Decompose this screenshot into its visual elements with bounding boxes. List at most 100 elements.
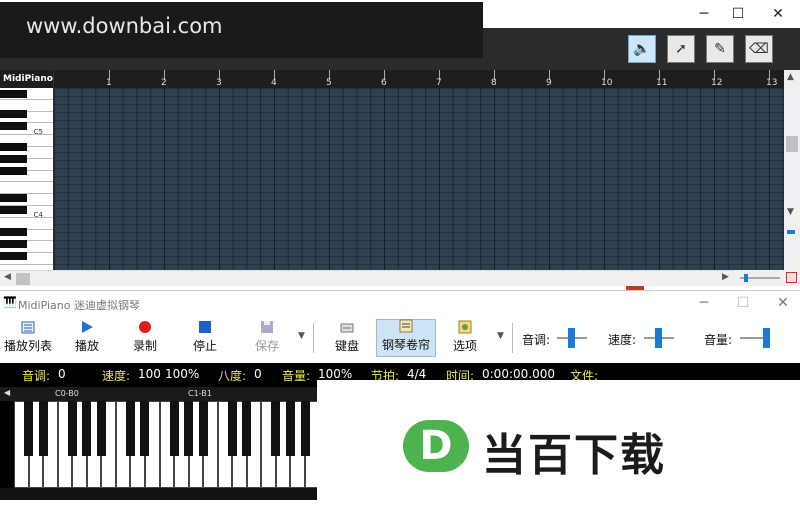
- stop-button[interactable]: 停止: [188, 319, 222, 357]
- virtual-black-key[interactable]: [96, 401, 106, 456]
- keyboard-icon: [340, 320, 354, 334]
- scroll-right-icon[interactable]: ▶: [722, 272, 729, 282]
- virtual-black-key[interactable]: [169, 401, 179, 456]
- piano-black-key[interactable]: [0, 143, 27, 151]
- piano-white-key[interactable]: [0, 182, 53, 195]
- virtual-black-key[interactable]: [227, 401, 237, 456]
- virtual-black-key[interactable]: [242, 401, 252, 456]
- virtual-black-key[interactable]: [82, 401, 92, 456]
- octave-left-arrow-icon[interactable]: ◀: [4, 388, 10, 397]
- piano-black-key[interactable]: [0, 167, 27, 175]
- grid-bar-line: [109, 88, 110, 270]
- options-icon: [458, 320, 472, 334]
- piano-black-key[interactable]: [0, 194, 27, 202]
- status-beat-value: 4/4: [407, 367, 427, 381]
- virtual-black-key[interactable]: [271, 401, 281, 456]
- volume-label: 音量:: [704, 333, 733, 347]
- options-label: 选项: [452, 339, 477, 353]
- piano-black-key[interactable]: [0, 252, 27, 260]
- record-button[interactable]: 录制: [128, 319, 162, 357]
- horizontal-scroll-thumb[interactable]: [16, 273, 30, 285]
- virtual-black-key[interactable]: [285, 401, 295, 456]
- status-pitch-label: 音调:: [22, 369, 51, 383]
- piano-black-key[interactable]: [0, 206, 27, 214]
- piano-black-key[interactable]: [0, 228, 27, 236]
- virtual-black-key[interactable]: [38, 401, 48, 456]
- measure-number: 2: [161, 78, 167, 88]
- grid-bar-line: [439, 88, 440, 270]
- measure-number: 5: [326, 78, 332, 88]
- logo-overlay: D 当百下载: [317, 380, 800, 492]
- close-button[interactable]: ✕: [762, 0, 794, 28]
- octave-label-c4: C4: [33, 211, 43, 219]
- play-button[interactable]: 播放: [70, 319, 104, 357]
- brand-label: MidiPiano: [0, 70, 53, 88]
- mp-minimize-button[interactable]: ─: [688, 289, 720, 317]
- grid-bar-line: [164, 88, 165, 270]
- piano-black-key[interactable]: [0, 110, 27, 118]
- pitch-slider[interactable]: [557, 323, 587, 353]
- mp-maximize-button[interactable]: ☐: [727, 289, 759, 317]
- note-grid[interactable]: [54, 88, 784, 270]
- grid-bar-line: [274, 88, 275, 270]
- horizontal-scrollbar[interactable]: ◀ ▶: [0, 270, 784, 286]
- save-dropdown-icon[interactable]: ▼: [298, 331, 305, 341]
- speed-label: 速度:: [608, 333, 637, 347]
- record-label: 录制: [132, 339, 157, 353]
- mp-close-button[interactable]: ✕: [767, 289, 799, 317]
- keyboard-label: 键盘: [334, 339, 359, 353]
- save-button[interactable]: 保存: [250, 319, 284, 357]
- zoom-thumb[interactable]: [744, 274, 748, 282]
- scroll-down-icon[interactable]: ▼: [787, 207, 794, 217]
- scroll-up-icon[interactable]: ▲: [787, 72, 794, 82]
- maximize-button[interactable]: ☐: [722, 0, 754, 28]
- pianoroll-button[interactable]: 钢琴卷帘: [376, 319, 436, 357]
- vertical-scrollbar[interactable]: ▲ ▼: [784, 70, 800, 270]
- scroll-left-icon[interactable]: ◀: [4, 272, 11, 282]
- options-dropdown-icon[interactable]: ▼: [497, 331, 504, 341]
- piano-black-key[interactable]: [0, 122, 27, 130]
- midipiano-title: MidiPiano 迷迪虚拟钢琴: [18, 299, 140, 312]
- vertical-scroll-thumb[interactable]: [786, 136, 798, 152]
- volume-slider[interactable]: [740, 323, 770, 353]
- toolbar-separator: [313, 323, 314, 353]
- keyboard-button[interactable]: 键盘: [330, 319, 364, 357]
- zoom-slider[interactable]: [734, 270, 800, 286]
- virtual-black-key[interactable]: [24, 401, 34, 456]
- measure-number: 8: [491, 78, 497, 88]
- piano-black-key[interactable]: [0, 155, 27, 163]
- measure-number: 6: [381, 78, 387, 88]
- speaker-icon: 🔈: [633, 41, 651, 57]
- piano-black-key[interactable]: [0, 240, 27, 248]
- status-volume-value: 100%: [318, 367, 353, 381]
- pencil-tool-button[interactable]: ✎: [706, 35, 734, 63]
- pointer-tool-button[interactable]: ➚: [667, 35, 695, 63]
- minimize-button[interactable]: ─: [688, 0, 720, 28]
- octave-label-c5: C5: [33, 128, 43, 136]
- piano-roll-keyboard: MidiPiano C5 C4: [0, 70, 54, 270]
- measure-number: 10: [601, 78, 613, 88]
- speaker-tool-button[interactable]: 🔈: [628, 35, 656, 63]
- measure-ruler[interactable]: 1 2 3 4 5 6 7 8 9 10 11 12 13: [54, 70, 784, 88]
- measure-number: 3: [216, 78, 222, 88]
- virtual-black-key[interactable]: [125, 401, 135, 456]
- piano-black-key[interactable]: [0, 90, 27, 98]
- virtual-black-key[interactable]: [198, 401, 208, 456]
- options-button[interactable]: 选项: [448, 319, 482, 357]
- grid-bar-line: [494, 88, 495, 270]
- speed-slider[interactable]: [644, 323, 674, 353]
- toolbar-separator-2: [512, 323, 513, 353]
- virtual-black-key[interactable]: [67, 401, 77, 456]
- zoom-v-thumb[interactable]: [787, 230, 795, 234]
- eraser-tool-button[interactable]: ⌫: [745, 35, 773, 63]
- status-time-value: 0:00:00.000: [482, 367, 555, 381]
- virtual-black-key[interactable]: [184, 401, 194, 456]
- virtual-black-key[interactable]: [140, 401, 150, 456]
- measure-number: 9: [546, 78, 552, 88]
- stop-icon: [198, 320, 212, 334]
- virtual-black-key[interactable]: [300, 401, 310, 456]
- corner-icon[interactable]: [786, 272, 797, 283]
- play-label: 播放: [74, 339, 99, 353]
- status-speed-value: 100: [138, 367, 161, 381]
- playlist-button[interactable]: 播放列表: [2, 319, 54, 357]
